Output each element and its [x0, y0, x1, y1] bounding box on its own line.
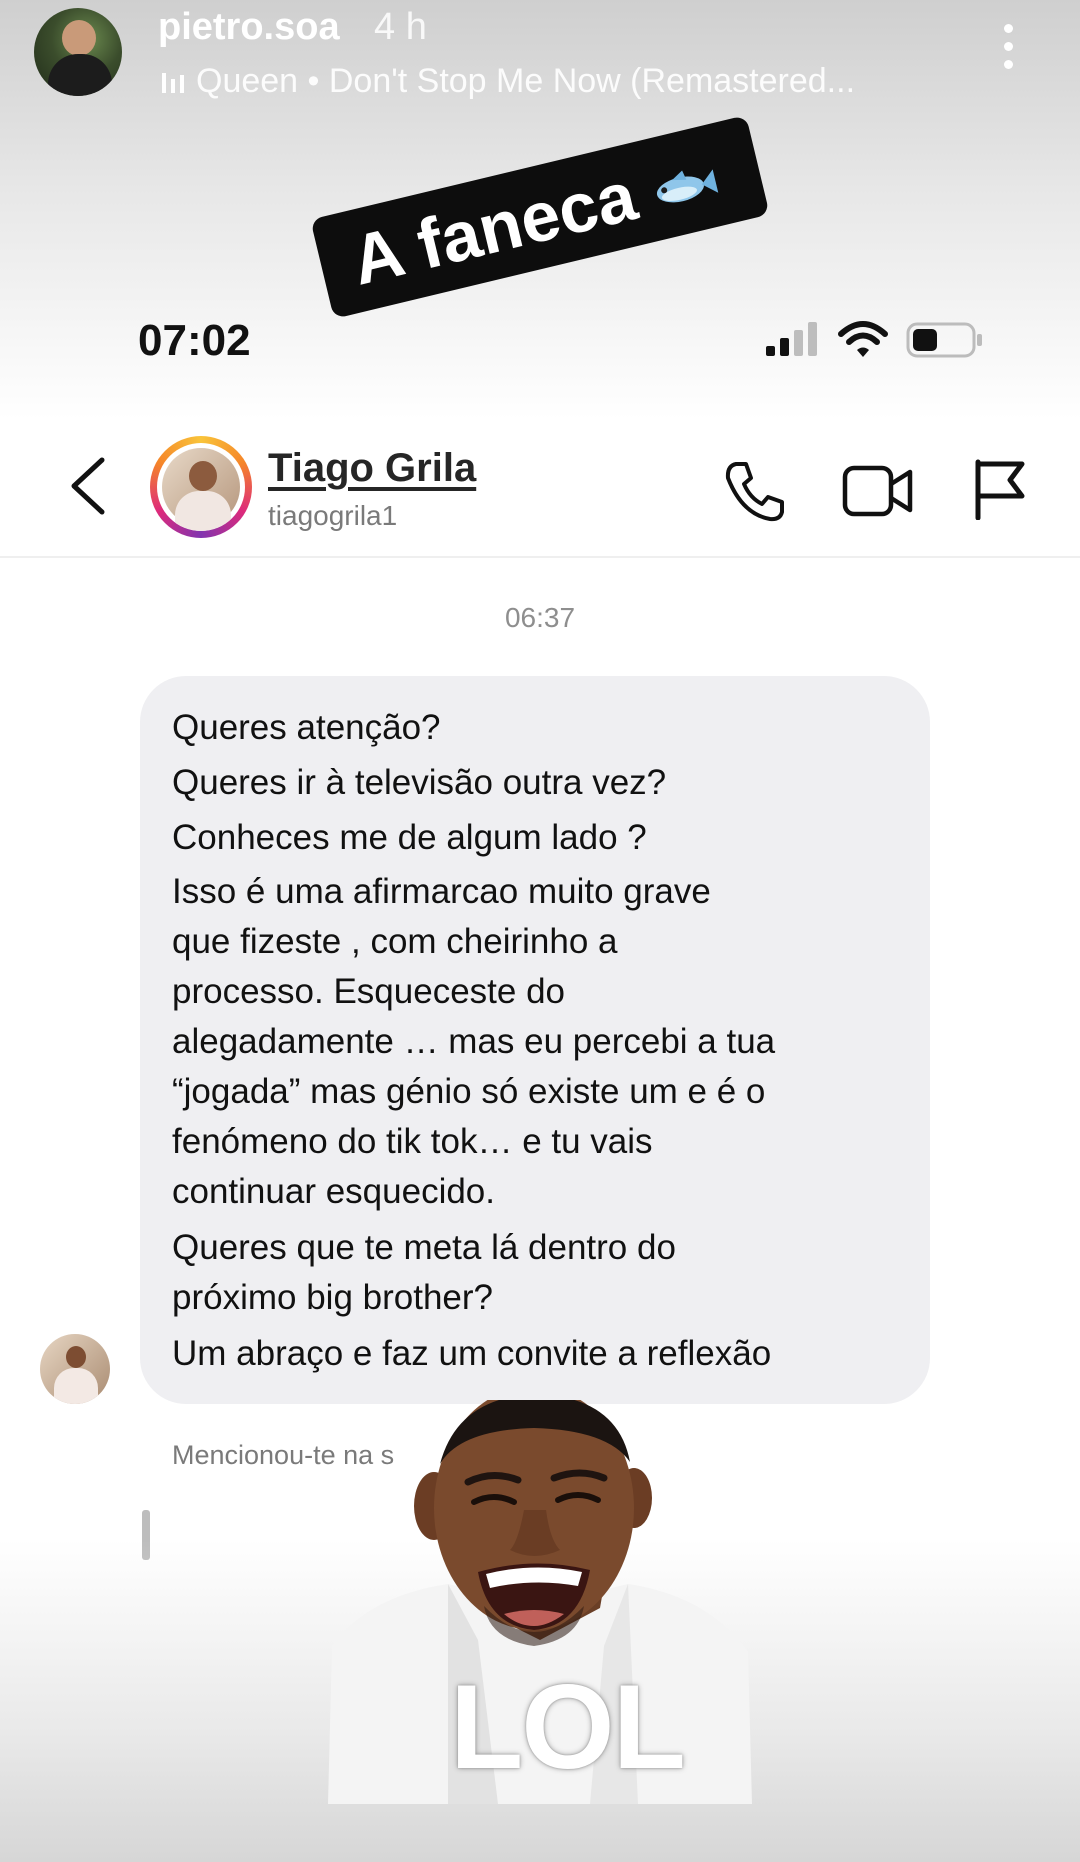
message-line: Queres atenção?	[172, 708, 441, 747]
contact-avatar[interactable]	[157, 443, 245, 531]
report-flag-icon[interactable]	[972, 458, 1028, 520]
message-bubble[interactable]: Queres atenção? Queres ir à televisão ou…	[140, 676, 930, 1404]
message-timestamp: 06:37	[504, 602, 576, 633]
story-avatar[interactable]	[34, 8, 122, 96]
message-line: continuar esquecido.	[172, 1172, 495, 1211]
wifi-icon	[838, 321, 888, 357]
video-call-icon[interactable]	[842, 462, 914, 520]
sender-avatar[interactable]	[40, 1334, 110, 1404]
message-line: processo. Esqueceste do	[172, 972, 566, 1011]
header-divider	[0, 556, 1080, 558]
message-line: Queres que te meta lá dentro do	[172, 1228, 676, 1267]
more-options-icon[interactable]	[998, 24, 1018, 80]
cellular-signal-icon	[766, 322, 817, 356]
message-line: próximo big brother?	[172, 1278, 493, 1317]
music-bars-icon	[162, 73, 184, 93]
story-music-label[interactable]: Queen • Don't Stop Me Now (Remastered...	[160, 62, 900, 101]
message-line: fenómeno do tik tok… e tu vais	[172, 1122, 653, 1161]
message-line: que fizeste , com cheirinho a	[172, 922, 618, 961]
fish-icon	[657, 168, 719, 202]
message-line: Um abraço e faz um convite a reflexão	[172, 1334, 772, 1373]
contact-name[interactable]: Tiago Grila	[268, 446, 476, 491]
message-line: alegadamente … mas eu percebi a tua	[172, 1022, 776, 1061]
message-line: Conheces me de algum lado ?	[172, 818, 647, 857]
back-arrow-icon[interactable]	[66, 454, 110, 518]
gif-caption: LOL	[450, 1660, 686, 1794]
phone-call-icon[interactable]	[722, 458, 788, 524]
story-time-ago: 4 h	[374, 6, 427, 48]
message-line: “jogada” mas génio só existe um e é o	[172, 1072, 766, 1111]
battery-icon	[906, 322, 982, 358]
status-bar-time: 07:02	[138, 316, 251, 365]
story-music-text: Queen • Don't Stop Me Now (Remastered...	[196, 62, 856, 100]
contact-handle: tiagogrila1	[268, 500, 398, 531]
message-line: Queres ir à televisão outra vez?	[172, 763, 667, 802]
message-line: Isso é uma afirmarcao muito grave	[172, 872, 711, 911]
story-username[interactable]: pietro.soa	[158, 6, 340, 49]
